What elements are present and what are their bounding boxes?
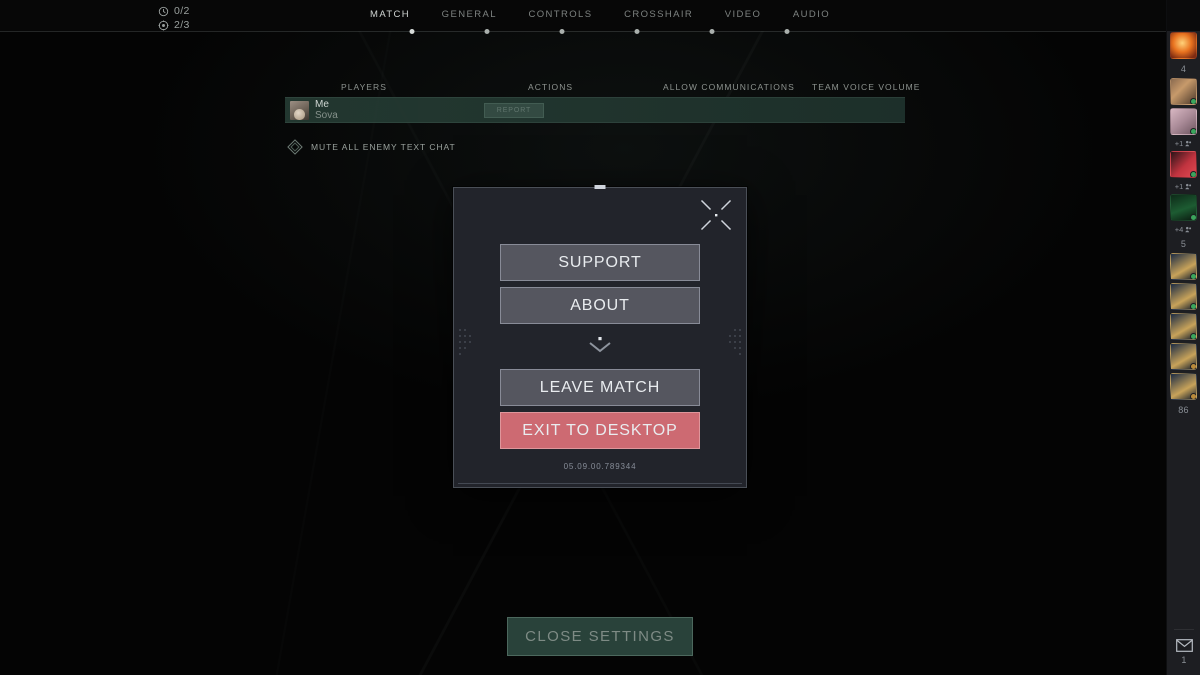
server-tile-10[interactable] <box>1170 373 1197 400</box>
support-button[interactable]: SUPPORT <box>500 244 700 281</box>
server-tile-9[interactable] <box>1170 343 1197 370</box>
tab-dot-controls[interactable] <box>559 28 565 34</box>
people-icon <box>1185 140 1192 147</box>
server-tile-7[interactable] <box>1170 283 1197 310</box>
tab-dot-match[interactable] <box>409 28 415 34</box>
status-badge <box>1190 363 1196 369</box>
sidebar-plus-3-value: +4 <box>1174 225 1184 234</box>
player-name: Me <box>315 98 329 110</box>
sidebar-footer: 1 <box>1167 625 1200 665</box>
sidebar-count-3: 86 <box>1178 405 1189 415</box>
status-badge <box>1190 98 1196 104</box>
modal-decoration-left <box>458 328 472 358</box>
mail-count: 1 <box>1181 655 1187 665</box>
server-tile-2[interactable] <box>1170 78 1197 105</box>
sidebar-count-2: 5 <box>1180 239 1187 249</box>
exit-to-desktop-button[interactable]: EXIT TO DESKTOP <box>500 412 700 449</box>
status-rounds-value: 2/3 <box>174 19 190 31</box>
settings-tabs-dots <box>370 28 830 35</box>
settings-tabs-track <box>370 28 830 35</box>
clock-icon <box>158 6 169 16</box>
leave-match-button[interactable]: LEAVE MATCH <box>500 369 700 406</box>
status-badge <box>1190 273 1196 279</box>
modal-top-nub <box>594 185 606 189</box>
app-root: 0/2 2/3 MATCH GENERAL CONTROLS CROSSHAIR… <box>0 0 1200 675</box>
tab-match[interactable]: MATCH <box>370 9 410 20</box>
tab-general[interactable]: GENERAL <box>442 9 497 20</box>
status-timer: 0/2 <box>158 5 190 17</box>
server-tile-4[interactable] <box>1170 151 1197 178</box>
close-settings-button[interactable]: CLOSE SETTINGS <box>507 617 693 656</box>
column-header-allow-communications: ALLOW COMMUNICATIONS <box>663 82 795 92</box>
sidebar-plus-2: +1 <box>1175 182 1193 191</box>
report-button[interactable]: REPORT <box>484 103 544 118</box>
sidebar-count-1: 4 <box>1180 64 1187 74</box>
modal-decoration-right <box>728 328 742 358</box>
chevron-down-icon <box>587 336 613 356</box>
server-tile-5[interactable] <box>1170 194 1197 221</box>
status-badge <box>1190 128 1196 134</box>
tab-dot-audio[interactable] <box>784 28 790 34</box>
people-icon <box>1185 226 1192 233</box>
status-timer-value: 0/2 <box>174 5 190 17</box>
right-sidebar: 4 +1 +1 +4 5 86 1 <box>1166 0 1200 675</box>
sidebar-plus-2-value: +1 <box>1174 182 1184 191</box>
server-tile-8[interactable] <box>1170 313 1197 340</box>
status-badge <box>1190 214 1196 220</box>
server-tile-3[interactable] <box>1170 108 1197 135</box>
tab-audio[interactable]: AUDIO <box>793 9 830 20</box>
sidebar-plus-1: +1 <box>1175 139 1193 148</box>
tab-controls[interactable]: CONTROLS <box>528 9 592 20</box>
match-status-block: 0/2 2/3 <box>158 5 190 31</box>
status-badge <box>1190 393 1196 399</box>
server-tile-1[interactable] <box>1170 32 1197 59</box>
people-icon <box>1185 183 1192 190</box>
sidebar-plus-3: +4 <box>1175 225 1193 234</box>
tab-dot-video[interactable] <box>709 28 715 34</box>
target-icon <box>158 20 169 30</box>
server-tile-6[interactable] <box>1170 253 1197 280</box>
settings-column-headers: PLAYERS ACTIONS ALLOW COMMUNICATIONS TEA… <box>285 82 920 94</box>
game-menu-modal: SUPPORT ABOUT LEAVE MATCH EXIT TO DESKTO… <box>453 185 747 488</box>
tab-dot-crosshair[interactable] <box>634 28 640 34</box>
column-header-team-voice-volume: TEAM VOICE VOLUME <box>812 82 921 92</box>
mute-all-enemy-text-chat-label: MUTE ALL ENEMY TEXT CHAT <box>311 142 456 152</box>
version-label: 05.09.00.789344 <box>563 462 637 471</box>
sidebar-plus-1-value: +1 <box>1174 139 1184 148</box>
column-header-actions: ACTIONS <box>528 82 574 92</box>
about-button[interactable]: ABOUT <box>500 287 700 324</box>
status-badge <box>1190 171 1196 177</box>
tab-video[interactable]: VIDEO <box>725 9 762 20</box>
crosshair-close-icon[interactable] <box>699 198 733 232</box>
mute-all-enemy-text-chat-option[interactable]: MUTE ALL ENEMY TEXT CHAT <box>287 139 456 155</box>
status-badge <box>1190 303 1196 309</box>
tab-dot-general[interactable] <box>484 28 490 34</box>
diamond-checkbox-icon[interactable] <box>287 139 303 155</box>
mail-icon[interactable] <box>1175 639 1193 652</box>
sidebar-top-spacer <box>1167 0 1200 31</box>
player-name-block: Me Sova <box>315 99 338 121</box>
settings-tabs-list: MATCH GENERAL CONTROLS CROSSHAIR VIDEO A… <box>370 0 830 20</box>
column-header-players: PLAYERS <box>341 82 387 92</box>
player-agent: Sova <box>315 110 338 121</box>
sidebar-divider <box>1174 629 1194 630</box>
settings-tabs: MATCH GENERAL CONTROLS CROSSHAIR VIDEO A… <box>370 0 830 35</box>
status-badge <box>1190 333 1196 339</box>
modal-bottom-rule <box>458 483 742 484</box>
table-row[interactable]: Me Sova REPORT <box>285 97 905 123</box>
status-rounds: 2/3 <box>158 19 190 31</box>
tab-crosshair[interactable]: CROSSHAIR <box>624 9 693 20</box>
avatar <box>290 100 309 120</box>
